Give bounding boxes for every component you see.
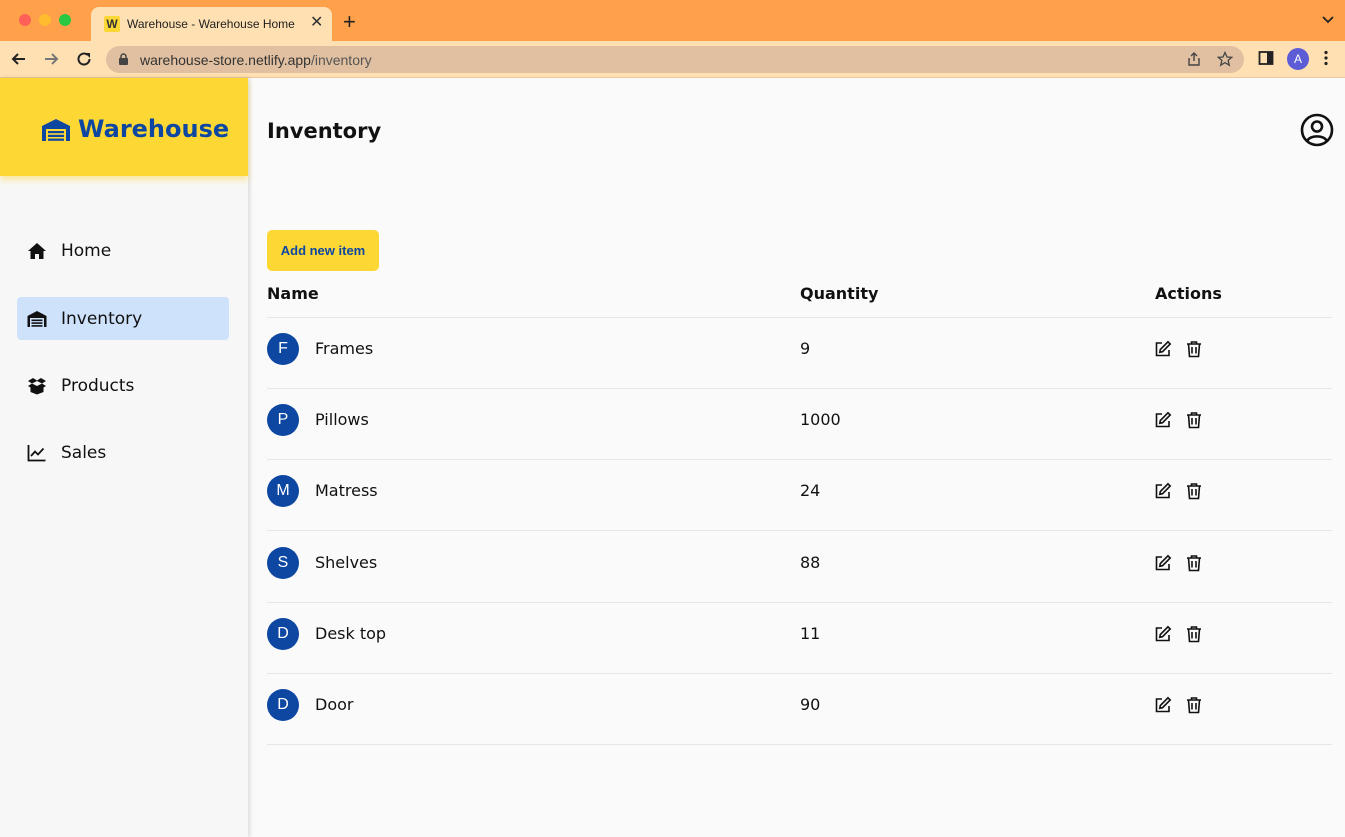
item-avatar: D bbox=[267, 689, 299, 721]
item-name: Shelves bbox=[315, 553, 378, 572]
item-quantity: 9 bbox=[800, 339, 811, 358]
sidebar-item-label: Inventory bbox=[61, 309, 143, 329]
sidebar-item-label: Sales bbox=[61, 443, 107, 463]
sidebar-item-inventory[interactable]: Inventory bbox=[17, 297, 229, 340]
minimize-window-button[interactable] bbox=[39, 14, 51, 26]
item-avatar: M bbox=[267, 475, 299, 507]
sidebar-item-products[interactable]: Products bbox=[17, 364, 229, 407]
table-row[interactable]: S Shelves 88 bbox=[267, 532, 1332, 603]
trash-icon[interactable] bbox=[1185, 340, 1203, 358]
warehouse-icon bbox=[27, 311, 47, 327]
table-row[interactable]: D Desk top 11 bbox=[267, 603, 1332, 674]
item-quantity: 24 bbox=[800, 481, 821, 500]
item-avatar: P bbox=[267, 404, 299, 436]
edit-icon[interactable] bbox=[1154, 554, 1172, 572]
url-text: warehouse-store.netlify.app/inventory bbox=[140, 52, 372, 68]
item-quantity: 11 bbox=[800, 624, 821, 643]
item-name: Door bbox=[315, 695, 354, 714]
sidebar-item-label: Products bbox=[61, 376, 135, 396]
address-bar[interactable]: warehouse-store.netlify.app/inventory bbox=[106, 46, 1244, 73]
chevron-down-icon[interactable] bbox=[1321, 13, 1335, 27]
edit-icon[interactable] bbox=[1154, 625, 1172, 643]
sidebar: Warehouse Home Inventory Products Sales bbox=[0, 78, 248, 837]
trash-icon[interactable] bbox=[1185, 411, 1203, 429]
item-avatar: F bbox=[267, 333, 299, 365]
edit-icon[interactable] bbox=[1154, 696, 1172, 714]
browser-tab[interactable]: W Warehouse - Warehouse Home ✕ bbox=[91, 7, 332, 41]
trash-icon[interactable] bbox=[1185, 482, 1203, 500]
item-avatar: S bbox=[267, 547, 299, 579]
sidebar-item-home[interactable]: Home bbox=[17, 229, 229, 272]
share-icon[interactable] bbox=[1186, 51, 1202, 67]
chart-line-icon bbox=[27, 445, 46, 462]
side-panel-icon[interactable] bbox=[1258, 50, 1274, 66]
star-icon[interactable] bbox=[1217, 51, 1233, 67]
user-account-icon[interactable] bbox=[1300, 113, 1334, 147]
item-name: Pillows bbox=[315, 410, 369, 429]
warehouse-icon bbox=[42, 119, 70, 141]
column-header-actions: Actions bbox=[1155, 284, 1222, 303]
column-header-name: Name bbox=[267, 284, 319, 303]
brand-name: Warehouse bbox=[78, 115, 230, 143]
browser-toolbar: warehouse-store.netlify.app/inventory A bbox=[0, 41, 1345, 78]
add-new-item-button[interactable]: Add new item bbox=[267, 230, 379, 271]
edit-icon[interactable] bbox=[1154, 340, 1172, 358]
back-icon[interactable] bbox=[9, 49, 29, 69]
sidebar-item-label: Home bbox=[61, 241, 112, 261]
table-row[interactable]: P Pillows 1000 bbox=[267, 389, 1332, 460]
trash-icon[interactable] bbox=[1185, 625, 1203, 643]
edit-icon[interactable] bbox=[1154, 482, 1172, 500]
close-window-button[interactable] bbox=[19, 14, 31, 26]
profile-avatar[interactable]: A bbox=[1287, 48, 1309, 70]
box-icon bbox=[28, 378, 46, 395]
item-avatar: D bbox=[267, 618, 299, 650]
more-vertical-icon[interactable] bbox=[1323, 50, 1329, 66]
table-row[interactable]: D Door 90 bbox=[267, 674, 1332, 745]
item-quantity: 90 bbox=[800, 695, 821, 714]
table-row[interactable]: M Matress 24 bbox=[267, 460, 1332, 531]
page-title: Inventory bbox=[267, 119, 382, 143]
maximize-window-button[interactable] bbox=[59, 14, 71, 26]
item-name: Frames bbox=[315, 339, 374, 358]
trash-icon[interactable] bbox=[1185, 554, 1203, 572]
item-quantity: 1000 bbox=[800, 410, 841, 429]
favicon-icon: W bbox=[104, 16, 120, 32]
lock-icon bbox=[119, 53, 128, 65]
sidebar-item-sales[interactable]: Sales bbox=[17, 431, 229, 474]
table-row[interactable]: F Frames 9 bbox=[267, 318, 1332, 389]
tab-close-icon[interactable]: ✕ bbox=[310, 14, 323, 32]
reload-icon[interactable] bbox=[74, 49, 94, 69]
home-icon bbox=[28, 243, 46, 259]
new-tab-icon[interactable]: + bbox=[343, 11, 356, 33]
item-quantity: 88 bbox=[800, 553, 821, 572]
trash-icon[interactable] bbox=[1185, 696, 1203, 714]
edit-icon[interactable] bbox=[1154, 411, 1172, 429]
column-header-quantity: Quantity bbox=[800, 284, 879, 303]
item-name: Matress bbox=[315, 481, 378, 500]
brand-header[interactable]: Warehouse bbox=[0, 78, 248, 176]
item-name: Desk top bbox=[315, 624, 387, 643]
forward-icon[interactable] bbox=[41, 49, 61, 69]
tab-title: Warehouse - Warehouse Home bbox=[127, 17, 295, 31]
browser-titlebar: W Warehouse - Warehouse Home ✕ + bbox=[0, 0, 1345, 41]
